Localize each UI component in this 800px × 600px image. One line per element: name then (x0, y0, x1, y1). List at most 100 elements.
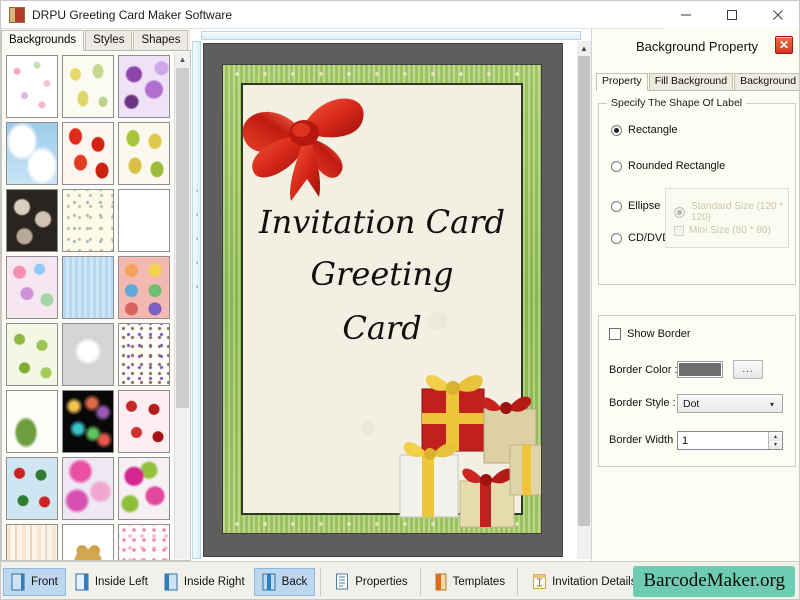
background-thumbnail[interactable] (62, 122, 114, 185)
scrollbar-thumb[interactable] (176, 68, 189, 408)
show-border-checkbox[interactable]: Show Border (609, 328, 691, 340)
black-fireworks-pattern-icon (63, 391, 113, 452)
maximize-button[interactable] (709, 1, 755, 29)
tab-property[interactable]: Property (596, 73, 648, 91)
white-green-leaf-pattern-icon (7, 391, 57, 452)
border-width-input[interactable]: 1 ▴ ▾ (677, 431, 783, 450)
toolbar-button-templates[interactable]: Templates (428, 568, 512, 596)
background-thumbnail[interactable] (62, 390, 114, 453)
background-thumbnail[interactable] (6, 256, 58, 319)
background-thumbnail[interactable] (118, 457, 170, 520)
background-thumbnail[interactable] (62, 457, 114, 520)
border-style-select[interactable]: Dot ▾ (677, 394, 783, 413)
background-thumbnail[interactable] (118, 55, 170, 118)
show-border-checkbox-icon (609, 328, 621, 340)
backgrounds-scrollbar[interactable]: ▲ (174, 52, 190, 559)
scroll-up-icon[interactable]: ▲ (175, 52, 190, 67)
minimize-button[interactable] (663, 1, 709, 29)
pears-and-leaves-pattern-icon (63, 56, 113, 117)
canvas-scrollbar[interactable]: ▲ (577, 41, 591, 559)
background-thumbnail[interactable] (6, 524, 58, 560)
pastel-stripes-pattern-icon (7, 525, 57, 560)
canvas-scroll-up-icon[interactable]: ▲ (577, 41, 591, 55)
tab-fill-background[interactable]: Fill Background (648, 73, 734, 90)
toolbar-separator (320, 567, 322, 596)
card-front-icon (11, 573, 26, 591)
background-thumbnail[interactable] (118, 323, 170, 386)
background-thumbnail[interactable] (6, 189, 58, 252)
radio-cd-dvd-label: CD/DVD (628, 232, 671, 244)
radio-cd-dvd[interactable]: CD/DVD (611, 232, 670, 244)
background-property-panel: Background Property ✕ Property Fill Back… (591, 29, 799, 561)
border-width-value: 1 (682, 434, 689, 447)
toolbar-button-invitation-details[interactable]: Invitation Details (525, 568, 643, 596)
stepper-down-icon[interactable]: ▾ (769, 440, 782, 449)
radio-rounded-rectangle-label: Rounded Rectangle (628, 160, 726, 172)
background-thumbnail-list[interactable]: ▲ (1, 51, 191, 561)
border-color-swatch[interactable] (677, 361, 723, 378)
colorful-gift-boxes-pattern-icon (119, 190, 169, 251)
background-thumbnail[interactable] (118, 524, 170, 560)
tab-styles[interactable]: Styles (85, 30, 133, 50)
window-controls (663, 1, 799, 29)
canvas-scrollbar-thumb[interactable] (578, 56, 590, 526)
magenta-green-flowers-pattern-icon (119, 458, 169, 519)
tab-backgrounds[interactable]: Backgrounds (1, 30, 85, 51)
border-color-picker-button[interactable]: ... (733, 360, 763, 379)
toolbar-button-front[interactable]: Front (3, 567, 66, 596)
background-thumbnail[interactable] (62, 189, 114, 252)
panel-close-icon[interactable]: ✕ (775, 36, 793, 54)
background-thumbnail[interactable] (62, 323, 114, 386)
vertical-ruler-ticks: 1 2 3 4 5 (193, 179, 201, 449)
card-line-2: Greeting (310, 254, 454, 293)
toolbar-label-back: Back (281, 575, 308, 588)
toolbar-label-invitation-details: Invitation Details (552, 575, 637, 588)
toolbar-button-properties[interactable]: Properties (328, 568, 414, 596)
stepper-up-icon[interactable]: ▴ (769, 432, 782, 441)
card-text-block[interactable]: Invitation Card Greeting Card (243, 204, 521, 346)
background-thumbnail[interactable] (118, 256, 170, 319)
invitation-details-icon (532, 573, 547, 591)
radio-ellipse[interactable]: Ellipse (611, 200, 660, 212)
background-thumbnail[interactable] (118, 390, 170, 453)
radio-standard-size-label: Standard Size (120 * 120) (691, 201, 784, 223)
background-thumbnail[interactable] (6, 457, 58, 520)
background-thumbnail[interactable] (6, 55, 58, 118)
dark-roses-pattern-icon (7, 190, 57, 251)
toolbar-button-inside-left[interactable]: Inside Left (68, 568, 155, 596)
pink-floral-blur-pattern-icon (63, 458, 113, 519)
background-thumbnail[interactable] (6, 122, 58, 185)
background-thumbnail[interactable] (118, 122, 170, 185)
background-thumbnail[interactable] (62, 55, 114, 118)
tab-shapes[interactable]: Shapes (133, 30, 189, 50)
background-thumbnail[interactable] (6, 390, 58, 453)
confetti-sprinkle-pattern-icon (63, 190, 113, 251)
properties-icon (335, 573, 350, 591)
design-canvas[interactable]: Invitation Card Greeting Card (203, 43, 563, 557)
close-button[interactable] (755, 1, 799, 29)
toolbar-button-inside-right[interactable]: Inside Right (157, 568, 252, 596)
blue-sky-clouds-pattern-icon (7, 123, 57, 184)
toolbar-separator (517, 567, 519, 596)
greeting-card-preview[interactable]: Invitation Card Greeting Card (222, 64, 542, 534)
card-editor-area: 1 2 3 4 5 Invitation Card Greeting Card (191, 29, 591, 561)
red-ribbon-bow-graphic (242, 98, 364, 201)
radio-rectangle[interactable]: Rectangle (611, 124, 678, 136)
toolbar-button-back[interactable]: Back (253, 567, 316, 596)
toolbar-label-front: Front (31, 575, 58, 588)
background-thumbnail-grid (6, 55, 174, 560)
border-width-stepper[interactable]: ▴ ▾ (768, 432, 782, 449)
tab-background-effects[interactable]: Background Effects (734, 73, 799, 90)
background-thumbnail[interactable] (118, 189, 170, 252)
radio-rounded-rectangle[interactable]: Rounded Rectangle (611, 160, 725, 172)
application-window: DRPU Greeting Card Maker Software Backgr… (0, 0, 800, 600)
radio-standard-size-icon (674, 206, 685, 218)
ruler-tick: 2 (195, 212, 199, 217)
background-thumbnail[interactable] (62, 524, 114, 560)
background-thumbnail[interactable] (6, 323, 58, 386)
chevron-down-icon[interactable]: ▾ (765, 398, 779, 410)
background-thumbnail[interactable] (62, 256, 114, 319)
radio-rounded-rectangle-icon (611, 160, 622, 172)
card-inside-left-icon (75, 573, 90, 591)
green-pine-trees-pattern-icon (7, 324, 57, 385)
